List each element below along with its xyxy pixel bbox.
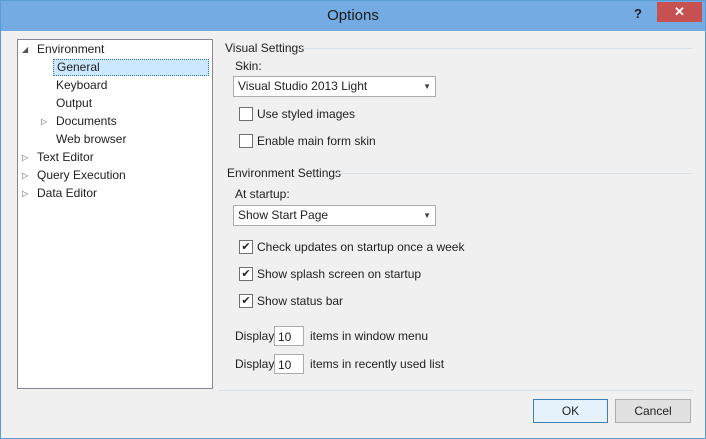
status-bar-checkbox[interactable]: ✔ Show status bar bbox=[239, 293, 379, 309]
tree-item-environment[interactable]: ◢ Environment bbox=[22, 41, 107, 58]
close-button[interactable]: ✕ bbox=[657, 2, 702, 22]
checkbox-label: Enable main form skin bbox=[257, 134, 376, 148]
skin-select-value: Visual Studio 2013 Light bbox=[238, 79, 368, 93]
visual-settings-divider bbox=[301, 48, 692, 49]
cancel-button[interactable]: Cancel bbox=[615, 399, 691, 423]
chevron-down-icon: ▼ bbox=[423, 211, 431, 220]
tree-item-general[interactable]: General bbox=[53, 59, 209, 76]
options-dialog: Options ? ✕ ◢ Environment General Keyboar… bbox=[0, 0, 706, 439]
skin-select[interactable]: Visual Studio 2013 Light ▼ bbox=[233, 76, 436, 97]
expand-arrow-icon[interactable]: ▷ bbox=[22, 167, 34, 184]
use-styled-images-checkbox[interactable]: Use styled images bbox=[239, 106, 399, 122]
help-button[interactable]: ? bbox=[626, 4, 650, 24]
tree-item-label: Text Editor bbox=[37, 150, 94, 164]
skin-label: Skin: bbox=[235, 59, 262, 73]
tree-item-data-editor[interactable]: ▷ Data Editor bbox=[22, 185, 100, 202]
checkbox-box[interactable]: ✔ bbox=[239, 240, 253, 254]
checkbox-label: Show splash screen on startup bbox=[257, 267, 422, 281]
environment-settings-heading: Environment Settings bbox=[227, 166, 342, 180]
recent-list-count-input[interactable]: 10 bbox=[274, 354, 304, 374]
tree-item-text-editor[interactable]: ▷ Text Editor bbox=[22, 149, 97, 166]
expand-arrow-icon[interactable]: ▷ bbox=[22, 185, 34, 202]
checkbox-box[interactable]: ✔ bbox=[239, 267, 253, 281]
checkbox-box[interactable] bbox=[239, 134, 253, 148]
checkbox-label: Check updates on startup once a week bbox=[257, 240, 465, 254]
footer-divider bbox=[219, 390, 693, 391]
recent-list-prefix: Display bbox=[235, 357, 275, 371]
checkbox-label: Use styled images bbox=[257, 107, 356, 121]
enable-main-form-skin-checkbox[interactable]: Enable main form skin bbox=[239, 133, 399, 149]
category-tree[interactable]: ◢ Environment General Keyboard Output ▷ Do… bbox=[17, 39, 213, 389]
window-menu-prefix: Display bbox=[235, 329, 275, 343]
tree-item-documents[interactable]: ▷ Documents bbox=[41, 113, 120, 130]
tree-item-output[interactable]: Output bbox=[53, 95, 95, 112]
window-menu-suffix: items in window menu bbox=[310, 329, 429, 343]
tree-item-label: Query Execution bbox=[37, 168, 126, 182]
checkbox-box[interactable] bbox=[239, 107, 253, 121]
tree-item-keyboard[interactable]: Keyboard bbox=[53, 77, 110, 94]
window-title: Options bbox=[327, 7, 379, 24]
startup-select[interactable]: Show Start Page ▼ bbox=[233, 205, 436, 226]
environment-settings-divider bbox=[335, 173, 692, 174]
tree-item-label: Documents bbox=[56, 114, 117, 128]
visual-settings-heading: Visual Settings bbox=[225, 41, 305, 55]
recent-list-suffix: items in recently used list bbox=[310, 357, 445, 371]
tree-item-label: Environment bbox=[37, 42, 105, 56]
expand-arrow-icon[interactable]: ▷ bbox=[41, 113, 53, 130]
collapse-arrow-icon[interactable]: ◢ bbox=[22, 41, 34, 58]
tree-item-label: Web browser bbox=[56, 132, 127, 146]
tree-item-label: Output bbox=[56, 96, 93, 110]
startup-select-value: Show Start Page bbox=[238, 208, 329, 222]
tree-item-label: Data Editor bbox=[37, 186, 98, 200]
splash-screen-checkbox[interactable]: ✔ Show splash screen on startup bbox=[239, 266, 439, 282]
check-updates-checkbox[interactable]: ✔ Check updates on startup once a week bbox=[239, 239, 464, 255]
window-menu-count-input[interactable]: 10 bbox=[274, 326, 304, 346]
tree-item-web-browser[interactable]: Web browser bbox=[53, 131, 129, 148]
title-bar: Options ? ✕ bbox=[1, 1, 705, 31]
tree-item-label: General bbox=[53, 59, 209, 76]
tree-item-query-execution[interactable]: ▷ Query Execution bbox=[22, 167, 129, 184]
chevron-down-icon: ▼ bbox=[423, 82, 431, 91]
tree-item-label: Keyboard bbox=[56, 78, 108, 92]
expand-arrow-icon[interactable]: ▷ bbox=[22, 149, 34, 166]
startup-label: At startup: bbox=[235, 187, 290, 201]
checkbox-label: Show status bar bbox=[257, 294, 344, 308]
checkbox-box[interactable]: ✔ bbox=[239, 294, 253, 308]
ok-button[interactable]: OK bbox=[533, 399, 608, 423]
